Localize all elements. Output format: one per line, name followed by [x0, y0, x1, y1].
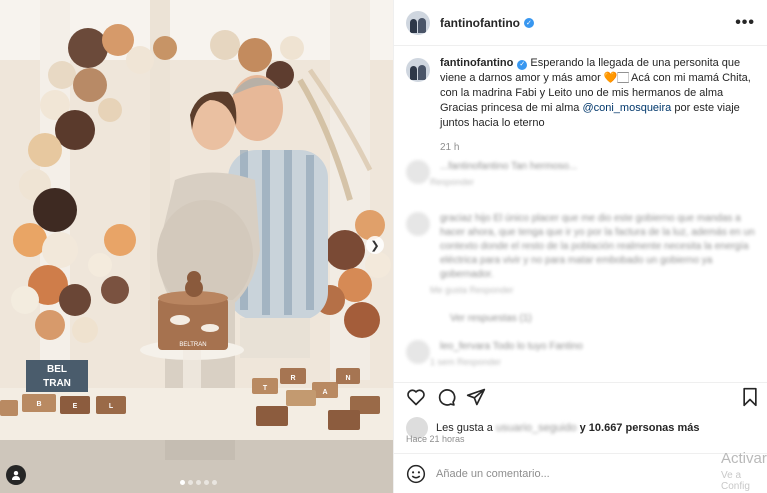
caption-body: fantinofantino ✓ Esperando la llegada de … — [440, 56, 752, 155]
emoji-icon[interactable] — [406, 464, 426, 484]
post-caption: fantinofantino ✓ Esperando la llegada de … — [394, 46, 767, 155]
add-comment-bar — [394, 453, 767, 493]
avatar[interactable] — [406, 160, 430, 184]
more-options-button[interactable]: ••• — [735, 14, 755, 32]
verified-badge-icon: ✓ — [517, 59, 528, 70]
cookie-letter: N — [345, 375, 350, 382]
mention-link[interactable]: @coni_mosqueira — [582, 102, 671, 114]
instagram-post-view: BELTRAN BEL TRAN B E L T R A N ❯ fantino… — [0, 0, 767, 493]
comment-meta[interactable]: Responder — [430, 177, 577, 187]
avatar[interactable] — [406, 340, 430, 364]
post-time: 21 h — [440, 142, 460, 153]
cookie-letter: E — [73, 403, 78, 410]
action-bar — [394, 382, 767, 410]
avatar[interactable] — [406, 10, 430, 35]
likes-prefix: Les gusta a — [436, 422, 493, 434]
photo-scene: BELTRAN BEL TRAN B E LTRAN — [0, 0, 393, 493]
view-replies-link[interactable]: Ver respuestas (1) — [440, 312, 767, 326]
heart-icon[interactable] — [406, 387, 426, 407]
avatar[interactable] — [406, 58, 430, 82]
comment-meta[interactable]: Me gusta Responder — [430, 285, 756, 295]
blocks-top-text: BEL — [47, 364, 67, 375]
cookie-letter: A — [322, 389, 327, 396]
comment-text: ...fantinofantino Tan hermoso... — [440, 161, 578, 172]
comment-meta[interactable]: 1 sem Responder — [430, 357, 583, 367]
comment-text: leo_fervara Todo lo tuyo Fantino — [440, 341, 583, 352]
comment: ...fantinofantino Tan hermoso... Respond… — [406, 160, 756, 187]
tagged-users-button[interactable] — [6, 465, 26, 485]
comment-input[interactable] — [436, 467, 656, 480]
carousel-dot — [188, 480, 193, 485]
chevron-right-icon: ❯ — [370, 239, 380, 252]
blocks-bottom-text: TRAN — [43, 378, 71, 389]
comment-icon[interactable] — [436, 387, 456, 407]
carousel-dot — [204, 480, 209, 485]
comment-text: graciaz hijo El único placer que me dio … — [440, 213, 755, 280]
verified-badge-icon: ✓ — [523, 17, 534, 28]
post-side-panel: fantinofantino ✓ ••• fantinofantino ✓ Esp… — [393, 0, 767, 493]
post-header: fantinofantino ✓ ••• — [394, 0, 767, 46]
post-timestamp: Hace 21 horas — [406, 434, 465, 444]
carousel-dot — [196, 480, 201, 485]
caption-username[interactable]: fantinofantino — [440, 57, 513, 69]
username-link[interactable]: fantinofantino — [440, 16, 520, 30]
liked-by-user[interactable]: usuario_seguido — [496, 422, 577, 434]
view-replies-text: Ver respuestas (1) — [450, 313, 532, 324]
likes-count[interactable]: y 10.667 personas más — [580, 422, 700, 434]
orange-heart-icon: 🧡 — [603, 72, 618, 84]
carousel-dot — [180, 480, 185, 485]
share-icon[interactable] — [466, 387, 486, 407]
avatar[interactable] — [406, 212, 430, 236]
cookie-letter: B — [36, 401, 41, 408]
bookmark-icon[interactable] — [740, 387, 760, 407]
cake-name-text: BELTRAN — [179, 342, 206, 348]
windows-activation-watermark: Activar — [721, 450, 767, 467]
cookie-letter: T — [263, 385, 268, 392]
carousel-dot — [212, 480, 217, 485]
windows-activation-subtext: Ve a Config — [721, 470, 750, 492]
comment: leo_fervara Todo lo tuyo Fantino 1 sem R… — [406, 340, 756, 367]
carousel-indicator — [180, 480, 217, 485]
post-photo[interactable]: BELTRAN BEL TRAN B E L T R A N ❯ — [0, 0, 393, 493]
next-photo-button[interactable]: ❯ — [366, 236, 384, 254]
cookie-letter: R — [290, 375, 295, 382]
user-icon — [12, 471, 20, 480]
cookie-letter: L — [109, 403, 114, 410]
comment: graciaz hijo El único placer que me dio … — [406, 212, 756, 295]
